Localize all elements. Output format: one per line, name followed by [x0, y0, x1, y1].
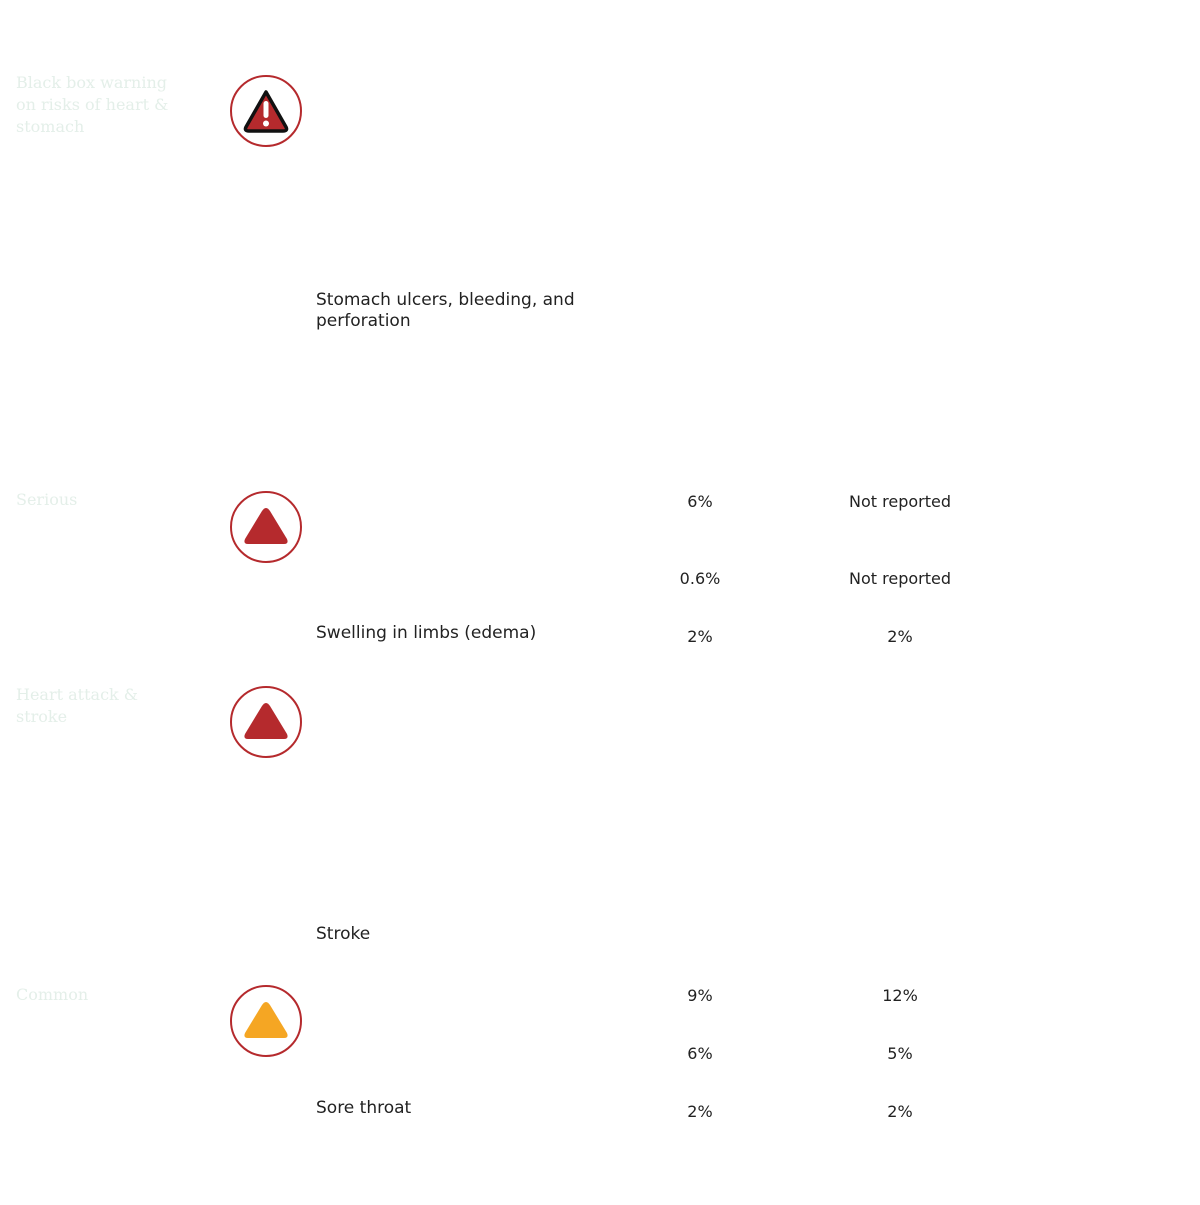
- row-label-stomach-ulcers: Stomach ulcers, bleeding, and perforatio…: [316, 290, 575, 331]
- row-value-b: 12%: [882, 986, 918, 1005]
- triangle-red-icon: [230, 686, 302, 758]
- row-label-sore-throat: Sore throat: [316, 1098, 412, 1118]
- triangle-orange-icon: [230, 985, 302, 1057]
- row-value-a: 6%: [687, 1044, 713, 1063]
- row-value-a: 2%: [687, 1102, 713, 1121]
- row-value-a: 0.6%: [679, 569, 721, 588]
- row-label-stroke: Stroke: [316, 924, 371, 944]
- category-label-common: Common: [16, 985, 89, 1004]
- category-label-heart-stroke: Heart attack & stroke: [16, 685, 139, 726]
- row-value-b: 2%: [887, 1102, 913, 1121]
- triangle-red-icon: [230, 491, 302, 563]
- row-value-b: 5%: [887, 1044, 913, 1063]
- row-value-b: Not reported: [849, 569, 951, 588]
- row-value-a: 9%: [687, 986, 713, 1005]
- row-value-b: Not reported: [849, 492, 951, 511]
- row-value-b: 2%: [887, 627, 913, 646]
- category-label-serious: Serious: [16, 490, 78, 509]
- row-value-a: 2%: [687, 627, 713, 646]
- exclamation-warning-icon: [230, 75, 302, 147]
- row-label-swelling: Swelling in limbs (edema): [316, 623, 537, 643]
- category-label-warning: Black box warning on risks of heart & st…: [16, 73, 169, 136]
- row-value-a: 6%: [687, 492, 713, 511]
